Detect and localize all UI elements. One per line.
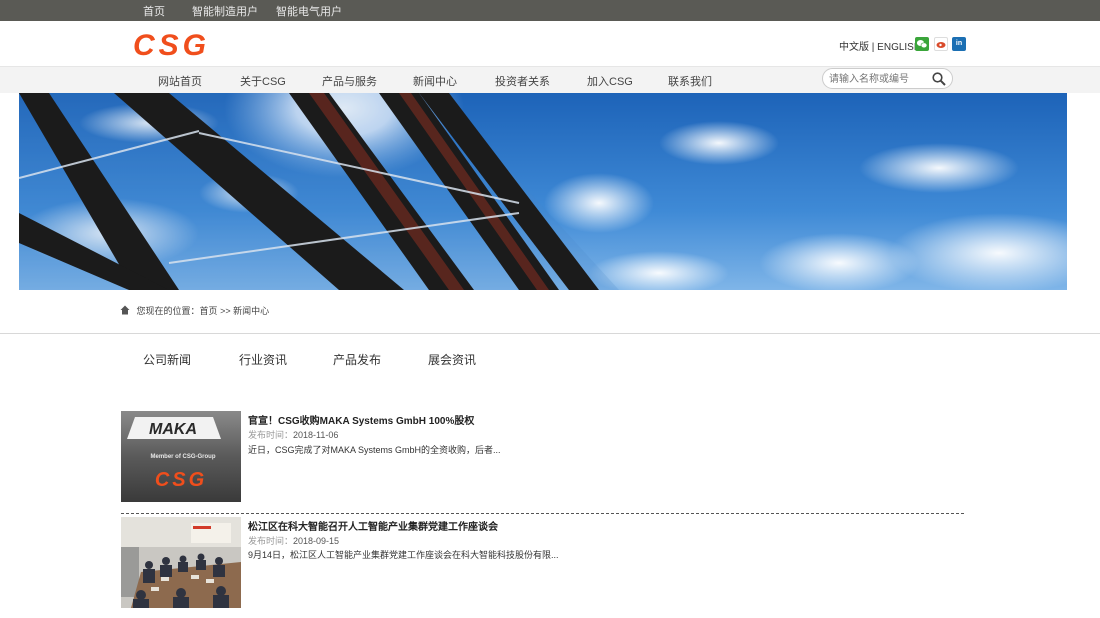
thumb-maka-text: MAKA bbox=[149, 421, 197, 438]
news-date-value: 2018-09-15 bbox=[293, 536, 340, 546]
wechat-icon[interactable] bbox=[915, 37, 929, 51]
tab-exhibition-news[interactable]: 展会资讯 bbox=[428, 351, 476, 368]
news-thumbnail[interactable] bbox=[121, 517, 241, 608]
search-input[interactable] bbox=[829, 72, 929, 86]
nav-item-news[interactable]: 新闻中心 bbox=[413, 73, 457, 89]
lang-chinese[interactable]: 中文版 bbox=[839, 42, 869, 53]
search-box bbox=[822, 68, 953, 89]
lang-separator: | bbox=[871, 42, 875, 53]
nav-item-products[interactable]: 产品与服务 bbox=[322, 73, 377, 89]
news-summary: 9月14日，松江区人工智能产业集群党建工作座谈会在科大智能科技股份有限... bbox=[248, 550, 559, 560]
top-bar: 首页 智能制造用户 智能电气用户 bbox=[0, 0, 1100, 21]
tab-company-news[interactable]: 公司新闻 bbox=[143, 351, 191, 368]
news-date-label: 发布时间： bbox=[248, 536, 294, 546]
thumb-member-text: Member of CSG-Group bbox=[150, 454, 215, 460]
csg-logo[interactable]: CSG bbox=[131, 30, 231, 58]
thumb-csg-text: CSG bbox=[155, 469, 207, 491]
weibo-icon[interactable] bbox=[934, 37, 948, 51]
news-title[interactable]: 松江区在科大智能召开人工智能产业集群党建工作座谈会 bbox=[248, 518, 498, 533]
top-link-electrical[interactable]: 智能电气用户 bbox=[276, 3, 342, 19]
news-summary: 近日，CSG完成了对MAKA Systems GmbH的全资收购，后者... bbox=[248, 445, 501, 455]
tab-industry-news[interactable]: 行业资讯 bbox=[239, 351, 287, 368]
news-thumbnail[interactable]: MAKA Member of CSG-Group CSG bbox=[121, 411, 241, 502]
news-title[interactable]: 官宣！CSG收购MAKA Systems GmbH 100%股权 bbox=[248, 412, 474, 427]
breadcrumb: 您现在的位置：首页 >> 新闻中心 bbox=[120, 304, 269, 317]
nav-item-contact[interactable]: 联系我们 bbox=[668, 73, 712, 89]
news-date-label: 发布时间： bbox=[248, 430, 294, 440]
home-icon bbox=[120, 305, 130, 315]
nav-item-join[interactable]: 加入CSG bbox=[587, 73, 633, 89]
nav-item-home[interactable]: 网站首页 bbox=[158, 73, 202, 89]
tab-product-release[interactable]: 产品发布 bbox=[333, 351, 381, 368]
news-date-value: 2018-11-06 bbox=[293, 430, 339, 440]
header: CSG 中文版 | ENGLISH in bbox=[0, 21, 1100, 66]
logo-text: CSG bbox=[133, 30, 210, 58]
hero-banner bbox=[19, 93, 1067, 290]
top-link-home[interactable]: 首页 bbox=[143, 3, 165, 19]
top-link-manufacturing[interactable]: 智能制造用户 bbox=[192, 3, 258, 19]
language-switch: 中文版 | ENGLISH bbox=[839, 38, 921, 53]
news-date: 发布时间：2018-09-15 bbox=[248, 534, 339, 547]
breadcrumb-home[interactable]: 首页 bbox=[200, 306, 218, 316]
section-divider bbox=[0, 333, 1100, 334]
news-date: 发布时间：2018-11-06 bbox=[248, 428, 338, 441]
news-separator bbox=[121, 513, 964, 514]
search-icon[interactable] bbox=[931, 71, 947, 87]
breadcrumb-current: 新闻中心 bbox=[233, 306, 270, 316]
breadcrumb-separator: >> bbox=[220, 306, 231, 316]
breadcrumb-prefix: 您现在的位置： bbox=[136, 306, 200, 316]
linkedin-icon[interactable]: in bbox=[952, 37, 966, 51]
nav-item-about[interactable]: 关于CSG bbox=[240, 73, 286, 89]
nav-item-investors[interactable]: 投资者关系 bbox=[495, 73, 550, 89]
